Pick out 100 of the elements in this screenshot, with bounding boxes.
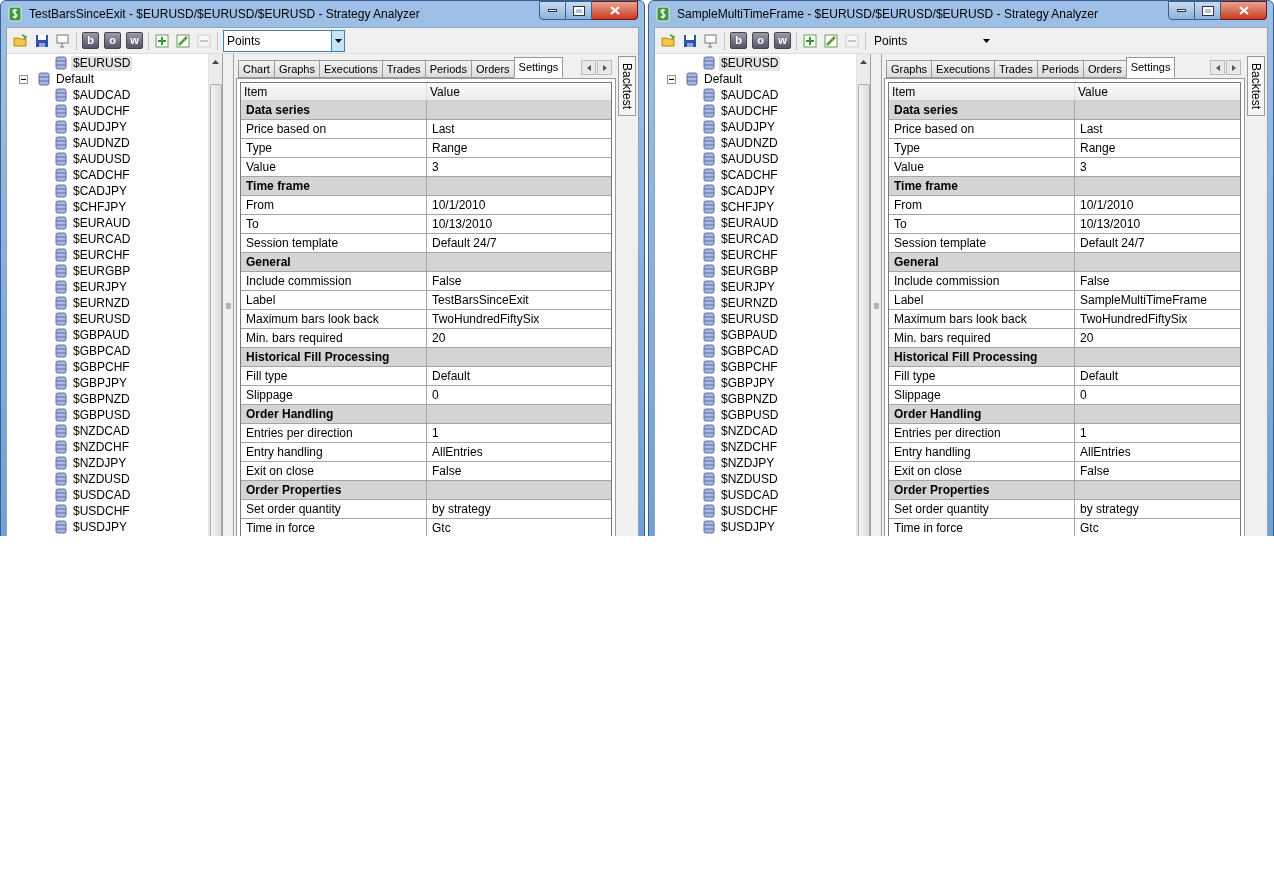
tree-item[interactable]: $EURGBP — [719, 263, 781, 279]
save-icon[interactable] — [34, 32, 50, 49]
property-value[interactable]: 0 — [427, 386, 611, 404]
property-value[interactable]: Default 24/7 — [1075, 234, 1240, 252]
tree-item[interactable]: $GBPUSD — [719, 407, 781, 423]
tree-item[interactable]: $AUDJPY — [719, 119, 778, 135]
tree-item[interactable]: $GBPAUD — [719, 327, 780, 343]
property-value[interactable]: 20 — [427, 329, 611, 347]
tree-item[interactable]: $USDCHF — [719, 503, 780, 519]
property-value[interactable]: 10/1/2010 — [427, 196, 611, 214]
tree-item[interactable]: $EURCHF — [719, 247, 780, 263]
tree-item[interactable]: $EURGBP — [71, 263, 133, 279]
splitter-grip-icon[interactable] — [873, 303, 879, 309]
pencil-icon[interactable] — [175, 32, 191, 49]
tab-scroll-right-button[interactable] — [1226, 60, 1241, 75]
property-value[interactable]: 0 — [1075, 386, 1240, 404]
save-icon[interactable] — [682, 32, 698, 49]
letter-tool-button[interactable]: w — [126, 32, 143, 49]
open-folder-icon[interactable] — [661, 32, 677, 49]
open-folder-icon[interactable] — [13, 32, 29, 49]
tree-item[interactable]: $EURAUD — [719, 215, 781, 231]
property-value[interactable]: Gtc — [427, 519, 611, 536]
tab[interactable]: Chart — [238, 60, 275, 78]
close-button[interactable] — [1221, 1, 1267, 20]
tree-item[interactable]: $GBPJPY — [71, 375, 130, 391]
property-value[interactable]: False — [1075, 272, 1240, 290]
letter-tool-button[interactable]: w — [774, 32, 791, 49]
property-value[interactable]: False — [427, 272, 611, 290]
tab[interactable]: Trades — [993, 60, 1038, 78]
column-header[interactable]: Value — [427, 83, 611, 100]
tree-item[interactable]: $GBPNZD — [71, 391, 132, 407]
letter-tool-button[interactable]: o — [104, 32, 121, 49]
tab[interactable]: Periods — [1036, 60, 1084, 78]
tree-item[interactable]: $GBPUSD — [71, 407, 133, 423]
tree-item[interactable]: $EURNZD — [71, 295, 132, 311]
letter-tool-button[interactable]: b — [82, 32, 99, 49]
backtest-side-tab[interactable]: Backtest — [618, 56, 636, 116]
tab-scroll-left-button[interactable] — [581, 60, 596, 75]
property-value[interactable]: Range — [1075, 139, 1240, 157]
tree-item[interactable]: $AUDUSD — [71, 151, 133, 167]
property-value[interactable]: False — [427, 462, 611, 480]
tab[interactable]: Periods — [424, 60, 472, 78]
tree-item[interactable]: $AUDUSD — [719, 151, 781, 167]
tree-item[interactable]: $USDJPY — [719, 519, 778, 535]
property-value[interactable]: 20 — [1075, 329, 1240, 347]
tree-item[interactable]: $NZDUSD — [719, 471, 780, 487]
tab[interactable]: Executions — [931, 60, 995, 78]
tree-item[interactable]: $NZDJPY — [719, 455, 777, 471]
tree-item[interactable]: Default — [54, 71, 97, 87]
tree-item[interactable]: $EURCAD — [719, 231, 781, 247]
tab[interactable]: Graphs — [886, 60, 933, 78]
splitter-grip-icon[interactable] — [225, 303, 231, 309]
collapse-toggle[interactable] — [19, 74, 28, 84]
property-value[interactable]: Default — [1075, 367, 1240, 385]
maximize-button[interactable] — [566, 1, 592, 20]
tab[interactable]: Settings — [513, 57, 564, 78]
property-value[interactable]: Default — [427, 367, 611, 385]
tree-item[interactable]: $GBPJPY — [719, 375, 778, 391]
property-value[interactable]: 3 — [1075, 158, 1240, 176]
tree-item[interactable]: $USDJPY — [71, 519, 130, 535]
tree-item[interactable]: $NZDCHF — [719, 439, 779, 455]
tree-item[interactable]: $CHFJPY — [71, 199, 129, 215]
tree-item[interactable]: $GBPCAD — [71, 343, 133, 359]
scroll-up-arrow-icon[interactable] — [860, 60, 867, 64]
tree-item[interactable]: $USDCAD — [719, 487, 781, 503]
property-value[interactable]: AllEntries — [427, 443, 611, 461]
tree-item[interactable]: $NZDCAD — [719, 423, 780, 439]
backtest-side-tab[interactable]: Backtest — [1247, 56, 1265, 116]
collapse-toggle[interactable] — [667, 74, 676, 84]
tab[interactable]: Executions — [319, 60, 383, 78]
tree-item[interactable]: $GBPAUD — [71, 327, 132, 343]
pencil-icon[interactable] — [823, 32, 839, 49]
tree-item[interactable]: $AUDCAD — [719, 87, 781, 103]
tree-item[interactable]: Default — [702, 71, 745, 87]
minimize-button[interactable] — [1168, 1, 1195, 20]
tree-item[interactable]: $AUDCAD — [71, 87, 133, 103]
property-value[interactable]: TwoHundredFiftySix — [1075, 310, 1240, 328]
property-value[interactable]: Last — [1075, 120, 1240, 138]
vertical-scrollbar[interactable] — [856, 54, 870, 536]
property-value[interactable]: 10/13/2010 — [427, 215, 611, 233]
tab[interactable]: Trades — [381, 60, 426, 78]
tab[interactable]: Orders — [1083, 60, 1127, 78]
column-header[interactable]: Value — [1075, 83, 1240, 100]
tree-item[interactable]: $CADCHF — [719, 167, 780, 183]
tree-item[interactable]: $EURNZD — [719, 295, 780, 311]
letter-tool-button[interactable]: b — [730, 32, 747, 49]
tree-item[interactable]: $NZDCHF — [71, 439, 131, 455]
tree-item[interactable]: $CHFJPY — [719, 199, 777, 215]
tab[interactable]: Graphs — [273, 60, 320, 78]
letter-tool-button[interactable]: o — [752, 32, 769, 49]
property-value[interactable]: 1 — [1075, 424, 1240, 442]
property-value[interactable]: Default 24/7 — [427, 234, 611, 252]
column-header[interactable]: Item — [889, 83, 1075, 100]
property-value[interactable]: AllEntries — [1075, 443, 1240, 461]
tree-item[interactable]: $AUDNZD — [71, 135, 132, 151]
tree-item[interactable]: $GBPCAD — [719, 343, 781, 359]
tree-item[interactable]: $EURUSD — [71, 311, 133, 327]
tree-item[interactable]: $AUDNZD — [719, 135, 780, 151]
vertical-scrollbar[interactable] — [208, 54, 222, 536]
tab-scroll-left-button[interactable] — [1210, 60, 1225, 75]
